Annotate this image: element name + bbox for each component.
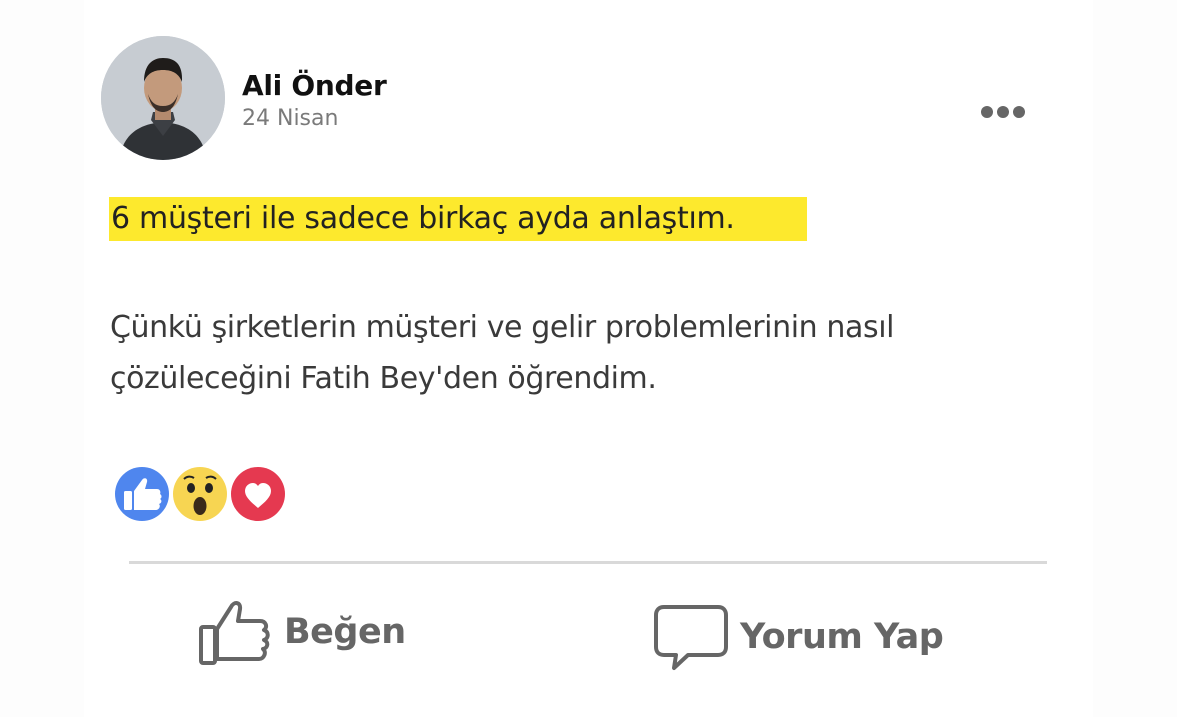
thumbs-up-icon — [199, 601, 270, 665]
reactions-summary[interactable] — [111, 463, 291, 525]
like-label: Beğen — [284, 612, 406, 652]
post-body-line: çözüleceğini Fatih Bey'den öğrendim. — [110, 361, 657, 396]
post-headline: 6 müşteri ile sadece birkaç ayda anlaştı… — [111, 201, 735, 236]
post-body-line: Çünkü şirketlerin müşteri ve gelir probl… — [110, 310, 895, 345]
post-body: Çünkü şirketlerin müşteri ve gelir probl… — [110, 302, 1060, 404]
avatar-photo — [101, 36, 225, 160]
comment-button[interactable]: Yorum Yap — [654, 603, 944, 671]
speech-bubble-icon — [654, 605, 728, 670]
author-name[interactable]: Ali Önder — [242, 69, 387, 102]
like-button[interactable]: Beğen — [198, 597, 406, 667]
wow-icon — [171, 465, 229, 523]
more-dots-icon — [981, 106, 1025, 118]
comment-label: Yorum Yap — [740, 617, 944, 657]
divider — [129, 561, 1047, 564]
avatar[interactable] — [101, 36, 225, 160]
post-date[interactable]: 24 Nisan — [242, 106, 338, 131]
love-icon — [229, 465, 287, 523]
more-options-button[interactable] — [980, 104, 1026, 118]
like-icon — [113, 465, 171, 523]
